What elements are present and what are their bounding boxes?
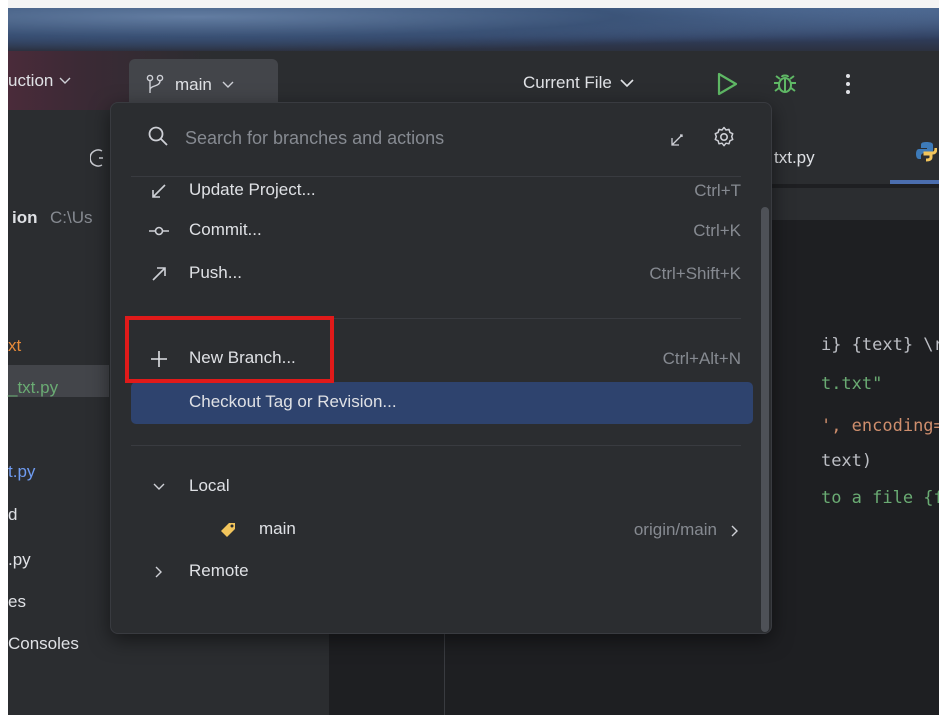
action-label: Update Project... bbox=[189, 180, 316, 199]
checkout-tag-action[interactable]: Checkout Tag or Revision... bbox=[131, 382, 753, 424]
python-file-icon bbox=[916, 142, 937, 162]
push-icon bbox=[148, 263, 170, 285]
action-shortcut: Ctrl+K bbox=[693, 221, 741, 240]
tracking-branch: origin/main bbox=[633, 520, 717, 539]
update-project-action[interactable]: Update Project... Ctrl+T bbox=[131, 173, 753, 209]
chevron-down-icon bbox=[222, 81, 234, 88]
push-action[interactable]: Push... Ctrl+Shift+K bbox=[131, 256, 753, 292]
highlight-annotation-box bbox=[125, 316, 334, 383]
editor-tab-label: txt.py bbox=[774, 148, 815, 167]
tag-icon bbox=[217, 519, 239, 541]
branch-item-main[interactable]: main origin/main bbox=[131, 512, 753, 548]
chevron-down-icon bbox=[148, 476, 170, 498]
branch-name: main bbox=[175, 75, 212, 94]
action-label: Commit... bbox=[189, 220, 262, 239]
locate-icon[interactable] bbox=[90, 148, 104, 168]
chevron-down-icon bbox=[59, 77, 71, 84]
tree-item-scratches-consoles[interactable]: Consoles bbox=[8, 634, 79, 654]
commit-icon bbox=[148, 220, 170, 242]
branch-search-input[interactable] bbox=[185, 123, 645, 153]
tree-item[interactable]: es bbox=[8, 592, 26, 612]
screen-edge-top bbox=[0, 0, 939, 8]
popup-search-row bbox=[111, 103, 771, 177]
divider bbox=[131, 445, 741, 446]
local-branches-group[interactable]: Local bbox=[131, 469, 753, 505]
remote-branches-group[interactable]: Remote bbox=[131, 554, 753, 590]
action-shortcut: Ctrl+T bbox=[694, 181, 741, 200]
project-root-path: C:\Us bbox=[50, 208, 93, 227]
code-line: to a file {f bbox=[780, 468, 939, 528]
title-bar: uction main Current File bbox=[8, 8, 939, 111]
active-tab-indicator bbox=[890, 180, 939, 184]
group-label: Local bbox=[189, 476, 230, 495]
chevron-down-icon bbox=[620, 78, 634, 87]
tree-item[interactable]: .py bbox=[8, 550, 31, 570]
project-widget[interactable]: uction bbox=[8, 66, 71, 96]
search-icon bbox=[148, 126, 168, 146]
update-icon bbox=[148, 180, 170, 202]
run-configuration-label: Current File bbox=[523, 73, 612, 92]
code-text: i} {text} \r bbox=[820, 335, 939, 355]
tree-item[interactable]: d bbox=[8, 505, 17, 525]
debug-icon[interactable] bbox=[772, 70, 798, 96]
editor-breadcrumb-bar bbox=[760, 188, 939, 220]
run-configuration-selector[interactable]: Current File bbox=[523, 66, 634, 100]
commit-action[interactable]: Commit... Ctrl+K bbox=[131, 213, 753, 249]
project-name: uction bbox=[8, 71, 54, 90]
branch-name: main bbox=[259, 519, 296, 538]
screen-edge-left bbox=[0, 0, 8, 715]
chevron-right-icon bbox=[731, 525, 738, 537]
action-label: Checkout Tag or Revision... bbox=[189, 392, 397, 411]
run-icon[interactable] bbox=[713, 70, 741, 98]
project-root-name[interactable]: ion bbox=[12, 208, 38, 228]
collapse-icon[interactable] bbox=[667, 130, 687, 150]
tree-item-selected[interactable]: _txt.py bbox=[8, 378, 58, 398]
tree-item[interactable]: t.py bbox=[8, 462, 35, 482]
popup-scrollbar[interactable] bbox=[761, 207, 769, 632]
editor-tab[interactable]: txt.py bbox=[760, 110, 939, 184]
action-label: Push... bbox=[189, 263, 242, 282]
gear-icon[interactable] bbox=[712, 125, 736, 149]
action-shortcut: Ctrl+Alt+N bbox=[662, 349, 741, 368]
tree-item[interactable]: xt bbox=[8, 336, 21, 356]
group-label: Remote bbox=[189, 561, 249, 580]
more-options-icon[interactable] bbox=[840, 70, 856, 98]
ide-window: uction main Current File ion C:\Us xt _t… bbox=[0, 0, 939, 715]
code-text: to a file {f bbox=[820, 488, 939, 508]
chevron-right-icon bbox=[148, 561, 170, 583]
action-shortcut: Ctrl+Shift+K bbox=[649, 264, 741, 283]
code-text: t.txt" bbox=[820, 374, 883, 394]
git-branch-icon bbox=[146, 74, 164, 93]
